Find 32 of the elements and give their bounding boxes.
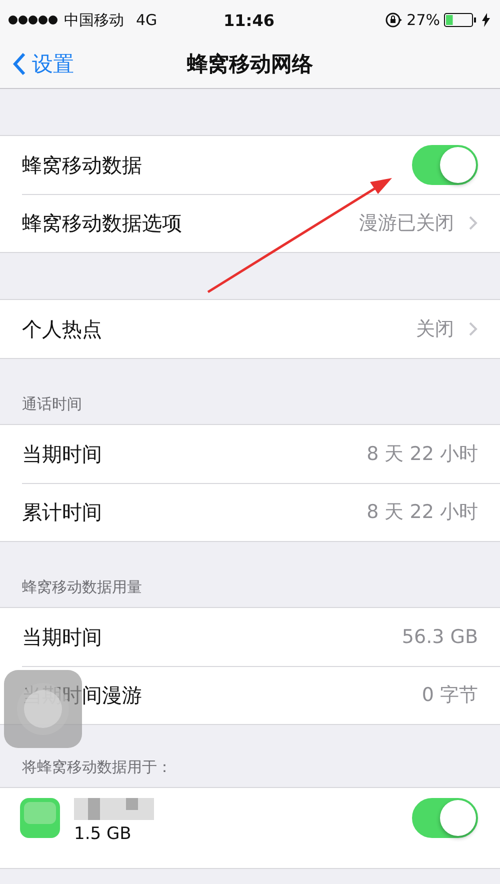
battery-icon [444,13,478,27]
row-label: 累计时间 [22,498,103,526]
rotation-lock-icon [384,12,403,28]
row-value: 0 字节 [422,683,478,708]
toggle-switch[interactable] [412,145,478,185]
row-value: 8 天 22 小时 [366,442,478,467]
network-type: 4G [136,11,158,29]
back-button[interactable]: 设置 [12,50,74,78]
assistive-touch-button[interactable] [4,670,82,748]
row-label: 当期时间漫游 [22,682,143,708]
row-label: 蜂窝移动数据 [22,152,143,178]
row-label: 当期时间 [22,440,103,468]
section-header: 蜂窝移动数据用量 [22,578,142,597]
carrier-name: 中国移动 [64,10,124,30]
charging-icon [482,13,490,27]
row-label: 当期时间 [22,624,103,650]
page-title: 蜂窝移动网络 [187,52,313,76]
data-usage: 1.5 GB [74,824,132,844]
settings-row[interactable]: 个人热点 关闭 [0,300,500,358]
toggle-switch[interactable] [412,798,478,838]
back-chevron-icon [12,52,26,76]
section-header: 通话时间 [22,395,82,414]
app-icon [20,798,60,838]
row-value: 8 天 22 小时 [366,500,478,525]
chevron-icon [468,321,478,337]
row-value: 56.3 GB [402,626,478,648]
settings-row[interactable]: 蜂窝移动数据选项 漫游已关闭 [0,194,500,252]
battery-percent: 27% [406,11,440,29]
chevron-icon [468,215,478,231]
signal-icon [8,15,58,25]
section-header: 将蜂窝移动数据用于： [22,758,172,777]
clock: 11:46 [224,10,274,30]
